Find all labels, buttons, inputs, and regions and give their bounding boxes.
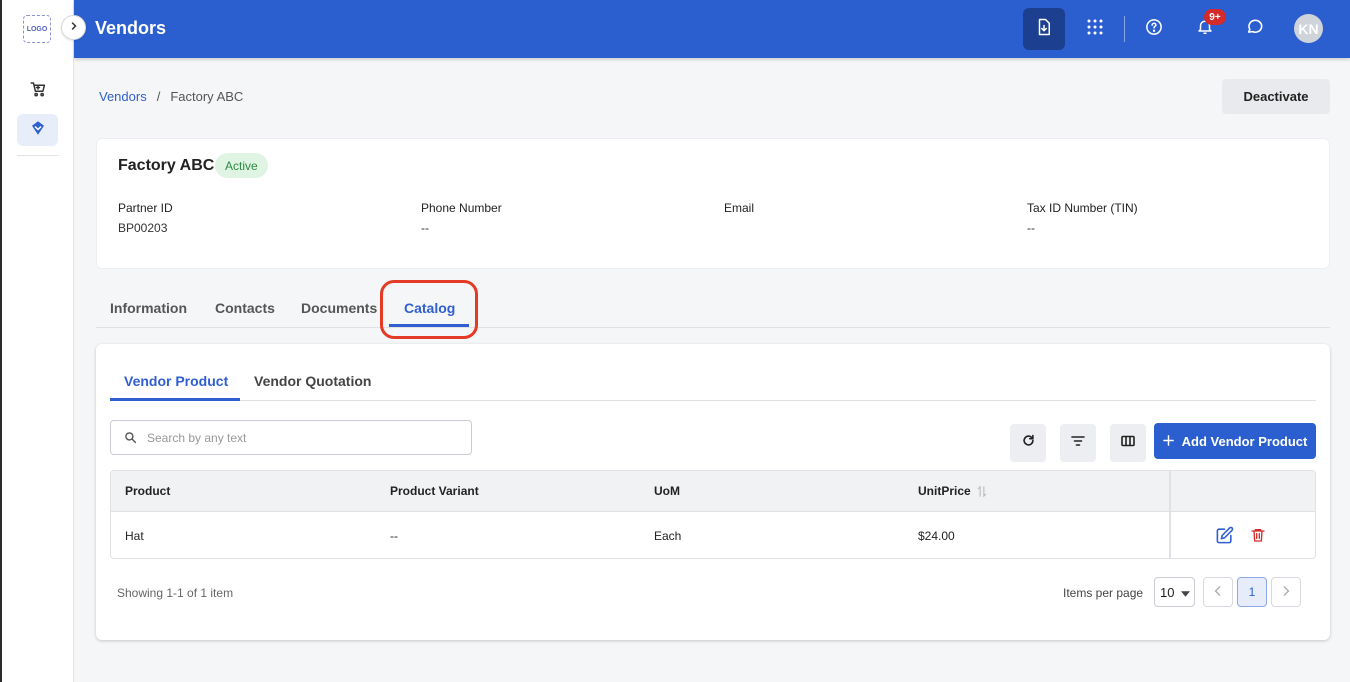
field-value: --	[421, 221, 429, 235]
field-label: Email	[724, 201, 755, 215]
search-icon	[124, 431, 137, 444]
search-box	[110, 420, 472, 455]
add-vendor-product-button[interactable]: Add Vendor Product	[1154, 423, 1316, 459]
main-tabs: Information Contacts Documents Catalog	[96, 288, 1330, 328]
download-file-icon	[1035, 17, 1053, 42]
subtab-vendor-product[interactable]: Vendor Product	[124, 373, 228, 389]
page-title: Vendors	[95, 18, 167, 38]
cell-unit-price: $24.00	[918, 529, 955, 543]
column-header-uom[interactable]: UoM	[654, 484, 680, 498]
field-partner-id: Partner ID BP00203	[118, 201, 173, 235]
cell-product-variant: --	[390, 529, 398, 543]
plus-icon	[1162, 434, 1174, 449]
apps-button[interactable]	[1074, 8, 1116, 50]
logo: LOGO	[23, 15, 51, 43]
help-icon	[1145, 18, 1163, 41]
results-count: Showing 1-1 of 1 item	[117, 586, 234, 600]
sidebar-item-vendors[interactable]	[17, 114, 58, 146]
filter-icon	[1071, 434, 1085, 452]
tag-icon	[29, 119, 47, 142]
user-avatar[interactable]: KN	[1294, 14, 1323, 43]
sort-icon[interactable]	[977, 485, 987, 503]
sidebar: LOGO	[0, 0, 74, 682]
tab-contacts[interactable]: Contacts	[215, 300, 275, 316]
deactivate-button[interactable]: Deactivate	[1222, 79, 1330, 114]
column-header-unit-price[interactable]: UnitPrice	[918, 484, 971, 498]
vendor-name: Factory ABC	[118, 157, 215, 174]
columns-button[interactable]	[1110, 424, 1146, 462]
catalog-card: Vendor Product Vendor Quotation Add Vend…	[96, 344, 1330, 640]
breadcrumb-vendors-link[interactable]: Vendors	[99, 89, 147, 104]
sidebar-divider	[17, 155, 59, 156]
refresh-icon	[1021, 433, 1036, 453]
chat-button[interactable]	[1234, 8, 1276, 50]
add-button-label: Add Vendor Product	[1181, 433, 1308, 449]
help-button[interactable]	[1133, 8, 1175, 50]
sidebar-toggle-button[interactable]	[61, 15, 86, 40]
column-header-product-variant[interactable]: Product Variant	[390, 484, 479, 498]
search-input[interactable]	[147, 430, 447, 445]
field-label: Tax ID Number (TIN)	[1027, 201, 1138, 215]
cell-product: Hat	[125, 529, 144, 543]
active-subtab-indicator	[110, 398, 240, 401]
catalog-subtabs: Vendor Product Vendor Quotation	[110, 362, 1316, 401]
sidebar-item-cart[interactable]	[22, 75, 54, 107]
grid-icon	[1087, 19, 1103, 40]
vendor-product-table: Product Product Variant UoM UnitPrice Ha…	[110, 470, 1316, 559]
caret-down-icon	[1181, 585, 1191, 600]
breadcrumb-separator: /	[156, 89, 161, 104]
next-page-button[interactable]	[1271, 577, 1301, 607]
chat-icon	[1245, 17, 1265, 41]
download-button[interactable]	[1023, 8, 1065, 50]
chevron-right-icon	[68, 19, 80, 37]
chevron-left-icon	[1214, 585, 1222, 599]
refresh-button[interactable]	[1010, 424, 1046, 462]
field-label: Phone Number	[421, 201, 502, 215]
table-header: Product Product Variant UoM UnitPrice	[111, 471, 1315, 512]
column-header-product[interactable]: Product	[125, 484, 170, 498]
cell-uom: Each	[654, 529, 682, 543]
chevron-right-icon	[1282, 585, 1290, 599]
items-per-page-select[interactable]: 10	[1154, 577, 1195, 607]
subtab-vendor-quotation[interactable]: Vendor Quotation	[254, 373, 371, 389]
filter-button[interactable]	[1060, 424, 1096, 462]
field-tax-id: Tax ID Number (TIN) --	[1027, 201, 1138, 235]
breadcrumb: Vendors / Factory ABC	[99, 89, 243, 104]
actions-column-divider	[1169, 471, 1171, 558]
breadcrumb-current: Factory ABC	[170, 89, 244, 104]
highlight-annotation	[380, 280, 478, 339]
tab-documents[interactable]: Documents	[301, 300, 377, 316]
field-value: BP00203	[118, 221, 168, 235]
tab-information[interactable]: Information	[110, 300, 187, 316]
field-email: Email	[724, 201, 754, 221]
notification-badge: 9+	[1204, 9, 1226, 25]
edit-icon[interactable]	[1215, 526, 1234, 545]
items-per-page-label: Items per page	[1063, 586, 1144, 600]
vendor-info-card: Factory ABC Active Partner ID BP00203 Ph…	[96, 138, 1330, 269]
delete-icon[interactable]	[1250, 526, 1266, 544]
field-phone-number: Phone Number --	[421, 201, 502, 235]
status-badge: Active	[215, 153, 268, 178]
header: Vendors 9+ KN	[74, 0, 1350, 58]
prev-page-button[interactable]	[1203, 577, 1233, 607]
window-edge	[0, 0, 2, 682]
items-per-page-value: 10	[1160, 584, 1175, 600]
cart-icon	[29, 80, 47, 103]
field-label: Partner ID	[118, 201, 173, 215]
page-button-current[interactable]: 1	[1237, 577, 1267, 607]
field-value: --	[1027, 221, 1035, 235]
header-divider	[1124, 16, 1125, 42]
columns-icon	[1121, 434, 1135, 452]
